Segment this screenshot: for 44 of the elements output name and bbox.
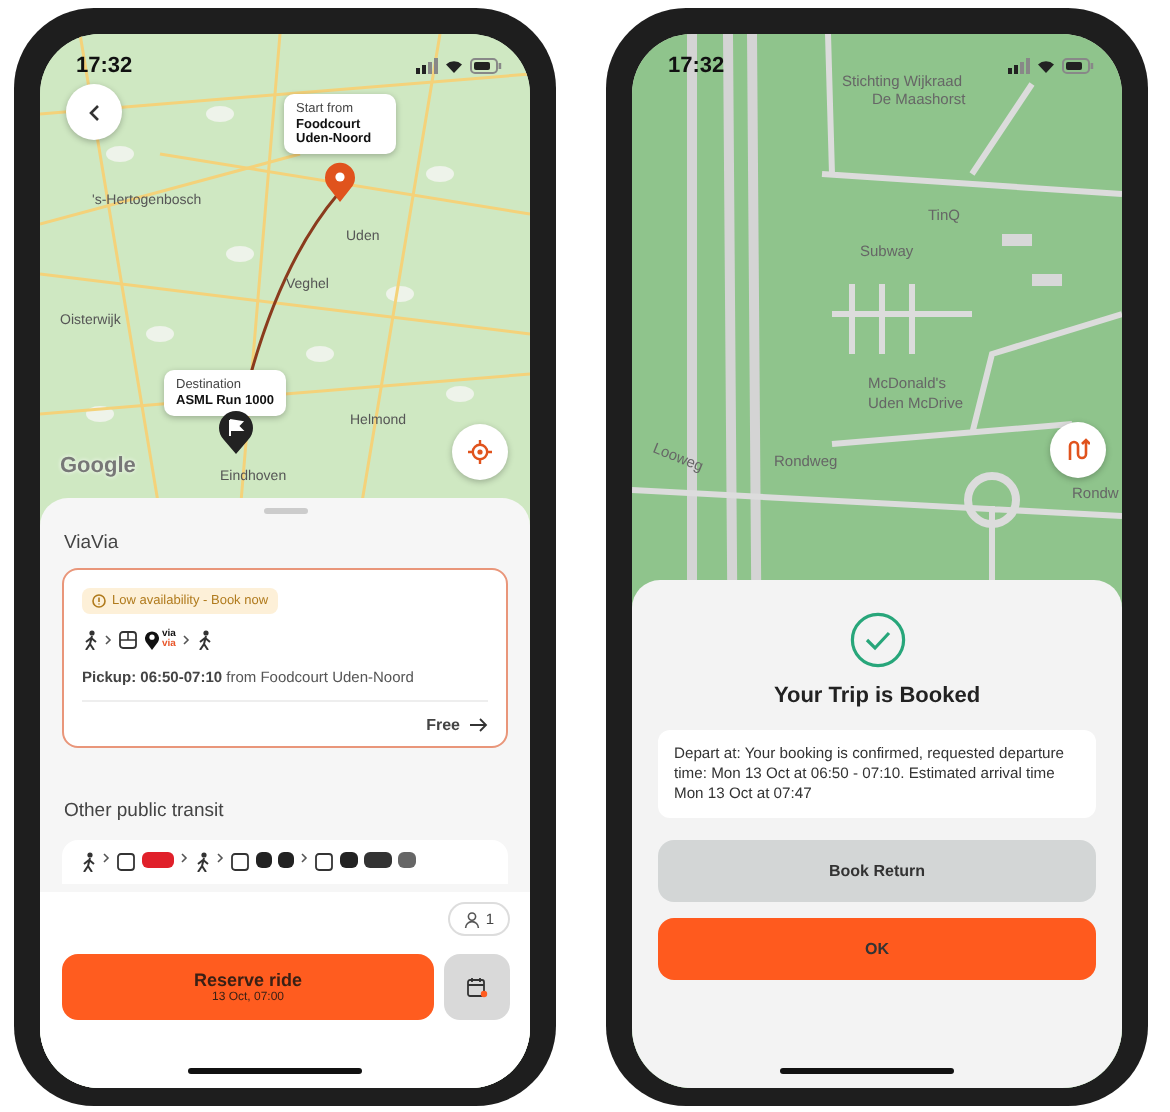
back-icon	[88, 103, 100, 121]
route-badge	[398, 852, 416, 868]
battery-icon	[1062, 58, 1094, 74]
walking-icon	[80, 852, 96, 872]
building-shapes	[1002, 234, 1062, 286]
calendar-icon	[466, 976, 488, 998]
wifi-icon	[1036, 58, 1056, 74]
chevron-icon	[300, 852, 308, 864]
walking-icon	[194, 852, 210, 872]
price-text: Free	[426, 716, 460, 734]
status-time: 17:32	[668, 54, 725, 78]
wifi-icon	[444, 58, 464, 74]
calendar-button[interactable]	[444, 954, 510, 1020]
chevron-icon	[181, 634, 190, 646]
transit-option-card[interactable]	[62, 840, 508, 884]
section-heading: Other public transit	[64, 800, 226, 822]
route-badge	[142, 852, 174, 868]
chevron-icon	[104, 634, 112, 646]
dialog-title: Your Trip is Booked	[773, 684, 981, 708]
drag-handle[interactable]	[263, 508, 307, 514]
chevron-icon	[180, 852, 188, 864]
roundabout-drawing	[964, 472, 1020, 528]
check-circle-icon	[849, 612, 905, 668]
map-attribution: Google	[60, 454, 136, 478]
crosshair-icon	[468, 440, 492, 464]
status-time: 17:32	[76, 54, 133, 78]
chevron-icon	[102, 852, 110, 864]
route-icon	[1066, 438, 1090, 462]
signal-icon	[416, 58, 438, 74]
person-icon	[463, 911, 480, 927]
battery-icon	[470, 58, 502, 74]
book-return-button[interactable]: Book Return	[658, 840, 1096, 902]
pin-icon	[144, 630, 160, 650]
route-badge	[364, 852, 392, 868]
arrow-right-icon	[470, 718, 488, 732]
info-icon	[92, 594, 106, 608]
signal-icon	[1008, 58, 1030, 74]
walking-icon	[195, 630, 212, 650]
ok-button[interactable]: OK	[658, 918, 1096, 980]
chevron-icon	[216, 852, 224, 864]
map-pin-icon	[324, 162, 356, 202]
route-badge	[340, 852, 358, 868]
section-heading: ViaVia	[64, 532, 121, 554]
walking-icon	[82, 630, 98, 650]
